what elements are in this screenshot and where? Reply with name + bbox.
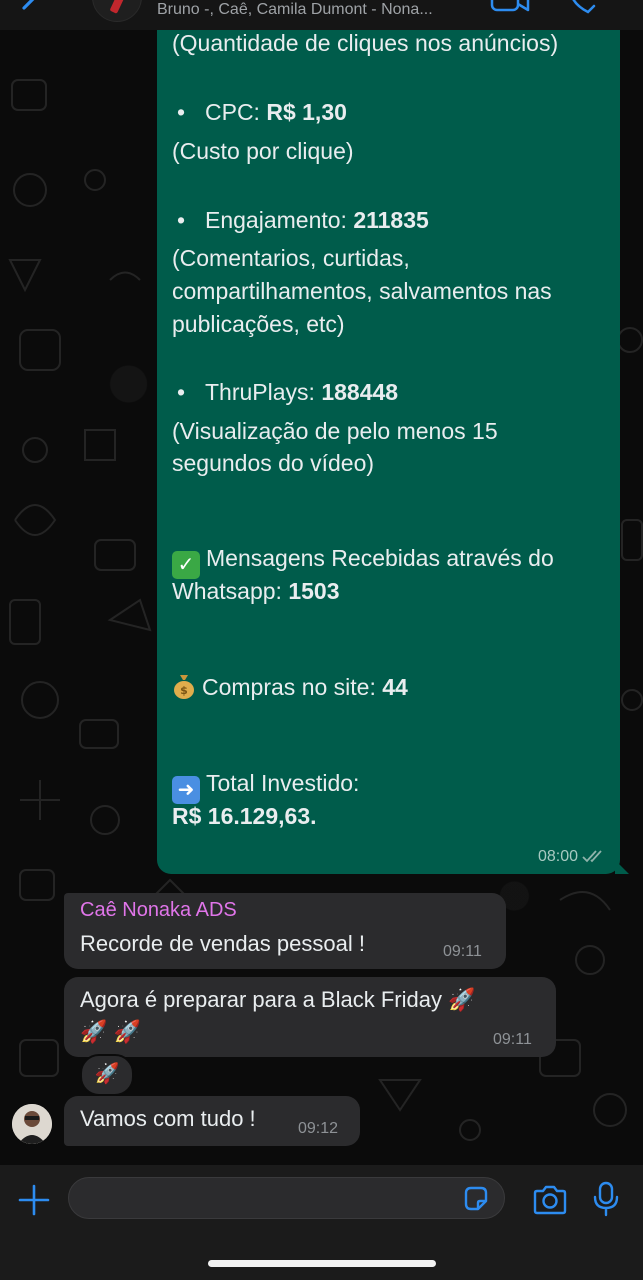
message-line: Whatsapp: 1503 bbox=[172, 575, 340, 607]
cpc-label: CPC: bbox=[205, 99, 267, 125]
reaction-badge[interactable]: 🚀 bbox=[80, 1054, 134, 1096]
messages-label: Mensagens Recebidas através do bbox=[206, 545, 554, 571]
message-line: $ Compras no site: 44 bbox=[172, 671, 408, 703]
avatar-image bbox=[12, 1104, 52, 1144]
engagement-value: 211835 bbox=[353, 207, 429, 233]
purchases-label: Compras no site: bbox=[202, 674, 383, 700]
group-avatar[interactable] bbox=[92, 0, 142, 22]
message-line: (Visualização de pelo menos 15 bbox=[172, 418, 498, 444]
incoming-message-bubble[interactable]: Vamos com tudo ! 09:12 bbox=[64, 1096, 360, 1146]
voice-call-icon[interactable] bbox=[566, 0, 600, 16]
message-line: (Custo por clique) bbox=[172, 138, 354, 164]
bullet: • bbox=[177, 379, 186, 405]
bullet: • bbox=[177, 99, 186, 125]
message-text: Agora é preparar para a Black Friday 🚀 bbox=[80, 987, 476, 1012]
whatsapp-label: Whatsapp: bbox=[172, 578, 289, 604]
message-line: • Engajamento: 211835 bbox=[172, 204, 429, 236]
message-line: R$ 16.129,63. bbox=[172, 800, 317, 832]
engagement-label: Engajamento: bbox=[205, 207, 354, 233]
money-bag-emoji: $ bbox=[174, 675, 194, 699]
total-label: Total Investido: bbox=[206, 770, 360, 796]
microphone-icon[interactable] bbox=[592, 1181, 620, 1217]
message-input[interactable] bbox=[68, 1177, 505, 1219]
camera-icon[interactable] bbox=[532, 1185, 568, 1215]
sticker-icon[interactable] bbox=[462, 1185, 490, 1213]
message-line: compartilhamentos, salvamentos nas bbox=[172, 278, 552, 304]
message-line: segundos do vídeo) bbox=[172, 450, 375, 476]
home-indicator bbox=[208, 1260, 436, 1267]
outgoing-message-bubble[interactable]: (Quantidade de cliques nos anúncios) • CP… bbox=[157, 18, 629, 874]
message-line: ✓ Mensagens Recebidas através do bbox=[172, 542, 554, 579]
messages-value: 1503 bbox=[288, 578, 340, 604]
message-composer bbox=[0, 1165, 643, 1280]
chat-header: Bruno -, Caê, Camila Dumont - Nona... bbox=[0, 0, 643, 30]
message-time: 09:11 bbox=[443, 943, 482, 960]
message-text: Recorde de vendas pessoal ! bbox=[80, 931, 365, 956]
message-text-continued: 🚀 🚀 bbox=[80, 1019, 141, 1044]
message-line: • CPC: R$ 1,30 bbox=[172, 96, 347, 128]
message-time: 09:11 bbox=[493, 1031, 532, 1048]
sender-name[interactable]: Caê Nonaka ADS bbox=[80, 899, 237, 922]
chat-screen: Bruno -, Caê, Camila Dumont - Nona... (Q… bbox=[0, 0, 643, 1280]
sender-avatar[interactable] bbox=[12, 1104, 52, 1144]
message-line: • ThruPlays: 188448 bbox=[172, 376, 398, 408]
message-time: 08:00 bbox=[537, 848, 578, 865]
message-line: (Comentarios, curtidas, bbox=[172, 245, 410, 271]
double-check-icon bbox=[582, 850, 602, 863]
bullet: • bbox=[177, 207, 186, 233]
plus-icon[interactable] bbox=[18, 1184, 50, 1216]
cpc-value: R$ 1,30 bbox=[266, 99, 347, 125]
message-line: ➜ Total Investido: bbox=[172, 767, 359, 804]
total-value: R$ 16.129,63. bbox=[172, 803, 317, 829]
svg-text:$: $ bbox=[180, 684, 188, 697]
thruplays-value: 188448 bbox=[321, 379, 399, 405]
incoming-message-bubble[interactable]: Caê Nonaka ADS Recorde de vendas pessoal… bbox=[64, 893, 506, 969]
message-time: 09:12 bbox=[298, 1120, 339, 1137]
purchases-value: 44 bbox=[382, 674, 408, 700]
thruplays-label: ThruPlays: bbox=[205, 379, 322, 405]
back-icon[interactable] bbox=[14, 0, 44, 24]
message-line: publicações, etc) bbox=[172, 311, 345, 337]
incoming-message-bubble[interactable]: Agora é preparar para a Black Friday 🚀 🚀… bbox=[64, 977, 556, 1057]
message-text: Vamos com tudo ! bbox=[80, 1106, 256, 1131]
video-call-icon[interactable] bbox=[490, 0, 530, 16]
group-participants[interactable]: Bruno -, Caê, Camila Dumont - Nona... bbox=[157, 1, 433, 19]
message-line: (Quantidade de cliques nos anúncios) bbox=[172, 30, 559, 56]
